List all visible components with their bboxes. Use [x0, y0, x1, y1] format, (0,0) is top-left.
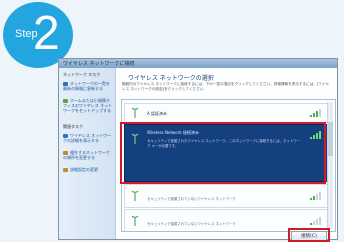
- settings-icon: [63, 168, 68, 172]
- sidebar-item-label: ホームまたは小規模オフィスのワイヤレス ネットワークをセットアップする: [63, 98, 113, 113]
- sidebar-heading-related-tasks: 関連タスク: [63, 124, 83, 129]
- antenna-icon: [131, 107, 139, 118]
- signal-strength-icon: [310, 109, 321, 117]
- window-titlebar: ワイヤレス ネットワークに接続: [59, 59, 337, 68]
- network-item[interactable]: A 認証済み: [124, 103, 328, 123]
- network-detail: セキュリティで保護されていないワイヤレス ネットワーク: [147, 222, 236, 226]
- sidebar-item-label: ネットワークの一覧を最新の情報に更新する: [63, 81, 110, 91]
- sidebar-item-label: 優先するネットワークの順序を変更する: [63, 150, 110, 160]
- step-number: 2: [33, 7, 60, 60]
- signal-strength-icon: [310, 217, 321, 225]
- network-detail: セキュリティで保護されていないワイヤレス ネットワーク: [147, 197, 236, 201]
- scrollbar-thumb[interactable]: [328, 122, 333, 156]
- sidebar-heading-network-tasks: ネットワーク タスク: [63, 72, 101, 77]
- sidebar-item-refresh[interactable]: ネットワークの一覧を最新の情報に更新する: [63, 81, 113, 91]
- connect-button-highlight: [288, 228, 330, 242]
- sidebar-item-label: ワイヤレス ネットワークの詳細を表示する: [63, 133, 112, 143]
- sidebar-item-advanced[interactable]: 詳細設定の変更: [63, 167, 113, 172]
- sidebar-item-setup[interactable]: ホームまたは小規模オフィスのワイヤレス ネットワークをセットアップする: [63, 98, 113, 113]
- list-scrollbar[interactable]: [327, 102, 333, 229]
- network-item[interactable]: セキュリティで保護されていないワイヤレス ネットワーク: [124, 184, 328, 208]
- antenna-icon: [131, 215, 139, 226]
- content-description: 範囲内のワイヤレス ネットワークに接続するには、下の一覧の項目をクリックしてくだ…: [122, 82, 329, 91]
- sidebar-item-label: 詳細設定の変更: [70, 167, 98, 172]
- task-sidebar: ネットワーク タスク ネットワークの一覧を最新の情報に更新する ホームまたは小規…: [59, 68, 116, 239]
- network-name: A 認証済み: [147, 111, 168, 116]
- sidebar-item-order[interactable]: 優先するネットワークの順序を変更する: [63, 150, 113, 160]
- content-title: ワイヤレス ネットワークの選択: [128, 75, 214, 82]
- signal-strength-icon: [310, 192, 321, 200]
- window-title: ワイヤレス ネットワークに接続: [63, 61, 135, 67]
- sidebar-item-details[interactable]: ワイヤレス ネットワークの詳細を表示する: [63, 133, 113, 143]
- selected-network-highlight: [120, 122, 326, 184]
- antenna-icon: [131, 190, 139, 201]
